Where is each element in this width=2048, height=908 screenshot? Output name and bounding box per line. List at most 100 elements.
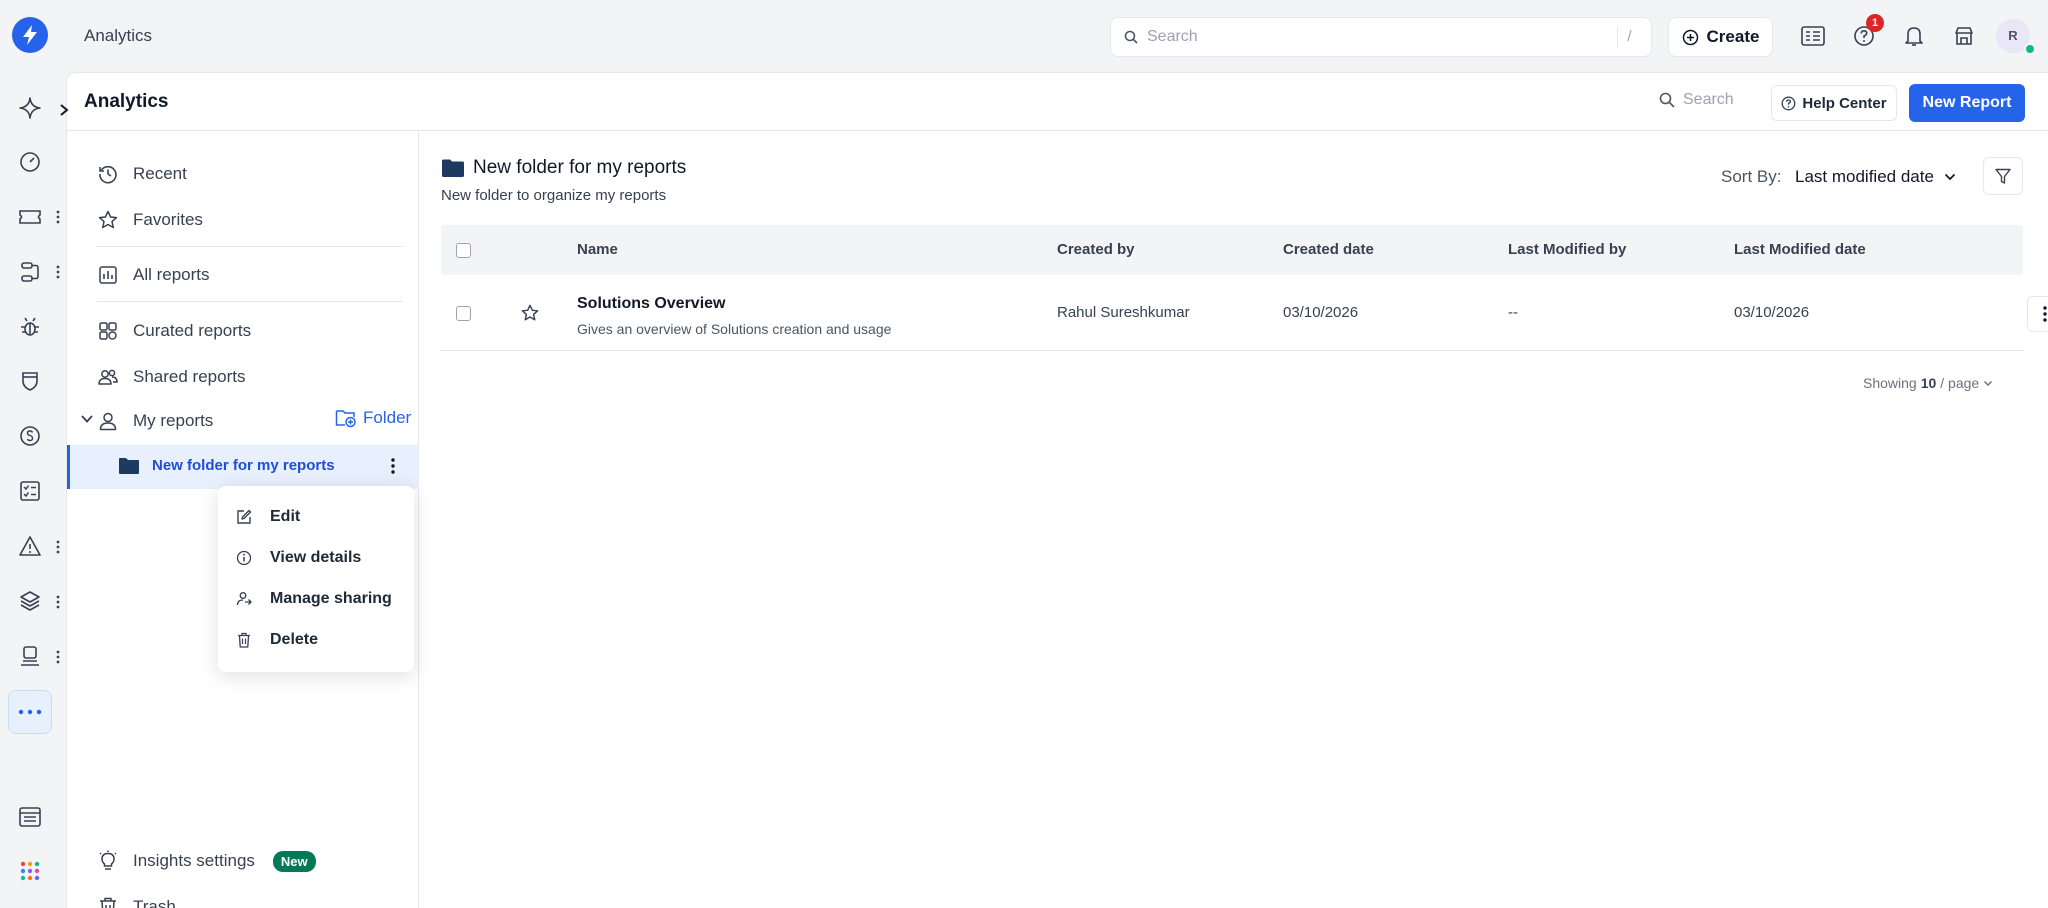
favorite-star-icon[interactable] xyxy=(521,304,539,322)
global-search-box[interactable]: / xyxy=(1110,17,1652,57)
new-report-button[interactable]: New Report xyxy=(1909,84,2025,122)
trash-icon xyxy=(97,896,119,908)
trash-icon xyxy=(236,632,252,648)
agent-icon[interactable] xyxy=(14,640,46,672)
sort-by-value: Last modified date xyxy=(1795,167,1934,186)
sidebar-item-label: Favorites xyxy=(133,210,203,229)
help-circle-icon xyxy=(1781,96,1796,111)
sparkle-icon[interactable] xyxy=(14,92,46,124)
folder-icon xyxy=(441,158,465,178)
layers-icon[interactable] xyxy=(14,585,46,617)
row-checkbox[interactable] xyxy=(456,306,471,321)
sidebar-item-favorites[interactable]: Favorites xyxy=(97,206,203,234)
menu-item-label: Edit xyxy=(270,508,301,525)
menu-item-edit[interactable]: Edit xyxy=(236,505,300,529)
help-center-button[interactable]: Help Center xyxy=(1771,85,1897,121)
select-all-checkbox[interactable] xyxy=(456,243,471,258)
reports-icon xyxy=(97,264,119,286)
column-header-last-modified-date[interactable]: Last Modified date xyxy=(1734,241,1866,258)
marketplace-store-icon[interactable] xyxy=(1950,22,1978,50)
workflow-icon[interactable] xyxy=(14,256,46,288)
dollar-icon[interactable] xyxy=(14,420,46,452)
page-size-selector[interactable]: Showing 10 / page xyxy=(1863,375,1993,391)
agent-menu-dots-icon[interactable] xyxy=(52,647,64,667)
info-icon xyxy=(236,550,252,566)
sidebar-item-curated-reports[interactable]: Curated reports xyxy=(97,317,251,345)
menu-item-manage-sharing[interactable]: Manage sharing xyxy=(236,587,392,611)
alert-menu-dots-icon[interactable] xyxy=(52,537,64,557)
history-icon xyxy=(97,163,119,185)
layers-menu-dots-icon[interactable] xyxy=(52,592,64,612)
app-title: Analytics xyxy=(84,26,153,45)
global-search-input[interactable] xyxy=(1147,26,1587,48)
sidebar-item-trash[interactable]: Trash xyxy=(97,893,176,908)
shield-icon[interactable] xyxy=(14,365,46,397)
row-options-kebab-icon[interactable] xyxy=(2027,296,2048,332)
column-header-created-date[interactable]: Created date xyxy=(1283,241,1374,258)
menu-item-label: View details xyxy=(270,549,362,566)
menu-item-label: Delete xyxy=(270,631,319,648)
alert-icon[interactable] xyxy=(14,530,46,562)
new-badge: New xyxy=(272,850,316,872)
chevron-down-icon[interactable] xyxy=(79,411,95,427)
star-icon xyxy=(97,209,119,231)
sidebar-item-shared-reports[interactable]: Shared reports xyxy=(97,363,245,391)
notification-count-badge: 1 xyxy=(1866,14,1884,32)
sidebar-divider xyxy=(97,246,403,247)
checklist-icon[interactable] xyxy=(14,475,46,507)
app-logo-icon[interactable] xyxy=(12,17,48,53)
apps-icon[interactable] xyxy=(14,855,46,887)
ticket-icon[interactable] xyxy=(14,201,46,233)
column-header-last-modified-by[interactable]: Last Modified by xyxy=(1508,241,1626,258)
filter-funnel-icon xyxy=(1995,168,2011,185)
column-header-created-by[interactable]: Created by xyxy=(1057,241,1135,258)
modified-by-cell: -- xyxy=(1508,304,1518,321)
panel-header: Analytics Search Help Center New Report xyxy=(67,73,2048,131)
created-by-cell: Rahul Sureshkumar xyxy=(1057,304,1190,321)
sort-by-label: Sort By: xyxy=(1721,167,1782,186)
table-row[interactable]: Solutions Overview Gives an overview of … xyxy=(441,275,2048,351)
user-share-icon xyxy=(236,591,252,607)
add-folder-button[interactable]: Folder xyxy=(335,408,411,428)
shared-users-icon xyxy=(97,366,119,388)
menu-item-view-details[interactable]: View details xyxy=(236,546,361,570)
reports-search-button[interactable]: Search xyxy=(1659,91,1734,109)
grid-icon[interactable] xyxy=(14,801,46,833)
sidebar-item-selected-folder[interactable]: New folder for my reports xyxy=(67,445,419,489)
gauge-icon[interactable] xyxy=(14,146,46,178)
search-shortcut-hint: / xyxy=(1617,26,1641,48)
edit-icon xyxy=(236,509,252,525)
report-name[interactable]: Solutions Overview xyxy=(577,295,725,313)
filter-button[interactable] xyxy=(1983,157,2023,195)
ticket-menu-dots-icon[interactable] xyxy=(52,207,64,227)
sidebar-item-label: Insights settings xyxy=(133,851,255,870)
column-header-name[interactable]: Name xyxy=(577,241,618,258)
menu-item-delete[interactable]: Delete xyxy=(236,628,318,652)
sidebar-item-all-reports[interactable]: All reports xyxy=(97,261,210,289)
sidebar-item-insights-settings[interactable]: Insights settings New xyxy=(97,847,316,875)
more-icon[interactable] xyxy=(8,690,52,734)
lightbulb-icon xyxy=(97,850,119,872)
folder-plus-icon xyxy=(335,408,357,428)
report-description: Gives an overview of Solutions creation … xyxy=(577,321,892,337)
sidebar-item-recent[interactable]: Recent xyxy=(97,160,187,188)
sidebar-divider xyxy=(97,301,403,302)
folder-context-menu: Edit View details Manage sharing Delete xyxy=(218,486,414,672)
pager-suffix: / page xyxy=(1940,375,1980,391)
reports-list-icon[interactable] xyxy=(1799,22,1827,50)
sort-by-dropdown[interactable]: Last modified date xyxy=(1795,167,1956,187)
bug-icon[interactable] xyxy=(14,311,46,343)
folder-options-kebab-icon[interactable] xyxy=(390,457,396,475)
sidebar-item-my-reports[interactable]: My reports xyxy=(97,407,213,435)
top-bar: Analytics / Create 1 R xyxy=(0,0,2048,72)
expand-sidebar-chevron-icon[interactable] xyxy=(52,98,76,122)
bell-icon[interactable] xyxy=(1900,22,1928,50)
folder-icon xyxy=(118,457,140,475)
page-title: Analytics xyxy=(84,91,169,112)
sidebar-item-label: Recent xyxy=(133,164,187,183)
sidebar-item-label: Shared reports xyxy=(133,367,246,386)
workflow-menu-dots-icon[interactable] xyxy=(52,262,64,282)
create-button[interactable]: Create xyxy=(1668,17,1773,57)
sidebar-item-label: All reports xyxy=(133,265,210,284)
sidebar-item-label: My reports xyxy=(133,411,214,430)
